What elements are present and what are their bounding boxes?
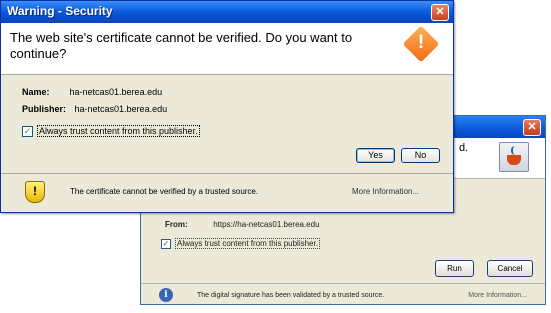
warning-security-dialog: Warning - Security ✕ The web site's cert… — [0, 0, 454, 213]
name-value: ha-netcas01.berea.edu — [69, 87, 163, 97]
publisher-label: Publisher: — [22, 104, 67, 114]
no-button[interactable]: No — [401, 148, 440, 163]
java-trust-checkbox[interactable]: ✓ — [161, 238, 171, 249]
dialog-close-button[interactable]: ✕ — [431, 4, 449, 21]
footer-text: The certificate cannot be verified by a … — [70, 187, 259, 196]
trust-checkbox-row[interactable]: ✓ Always trust content from this publish… — [22, 125, 200, 137]
java-trust-checkbox-label[interactable]: Always trust content from this publisher… — [175, 238, 320, 249]
java-trust-checkbox-row[interactable]: ✓ Always trust content from this publish… — [161, 238, 320, 249]
java-icon — [499, 142, 529, 172]
yes-button[interactable]: Yes — [356, 148, 395, 163]
exclamation-icon: ! — [417, 32, 425, 53]
cancel-button[interactable]: Cancel — [487, 260, 533, 277]
trust-checkbox-label[interactable]: Always trust content from this publisher… — [37, 125, 200, 137]
shield-warning-icon: ! — [25, 181, 45, 203]
info-shield-icon: i — [159, 288, 173, 302]
publisher-row: Publisher: ha-netcas01.berea.edu — [22, 104, 167, 114]
from-label: From: — [165, 220, 188, 229]
trust-checkbox[interactable]: ✓ — [22, 125, 33, 137]
java-footer-divider — [141, 283, 545, 284]
publisher-value: ha-netcas01.berea.edu — [74, 104, 168, 114]
java-more-information-link[interactable]: More Information... — [468, 292, 527, 299]
java-dialog-header-text: d. — [459, 142, 469, 154]
dialog-heading: The web site's certificate cannot be ver… — [10, 30, 353, 61]
java-footer-text: The digital signature has been validated… — [197, 292, 385, 299]
from-value: https://ha-netcas01.berea.edu — [213, 220, 320, 229]
name-label: Name: — [22, 87, 50, 97]
java-dialog-close-button[interactable]: ✕ — [523, 119, 541, 136]
dialog-header: The web site's certificate cannot be ver… — [1, 23, 453, 75]
dialog-titlebar[interactable]: Warning - Security ✕ — [1, 1, 453, 23]
name-row: Name: ha-netcas01.berea.edu — [22, 87, 162, 97]
run-button[interactable]: Run — [435, 260, 474, 277]
dialog-title: Warning - Security — [7, 4, 113, 18]
java-from-row: From: https://ha-netcas01.berea.edu — [165, 220, 320, 229]
more-information-link[interactable]: More Information... — [352, 187, 419, 196]
footer-divider — [1, 173, 453, 174]
